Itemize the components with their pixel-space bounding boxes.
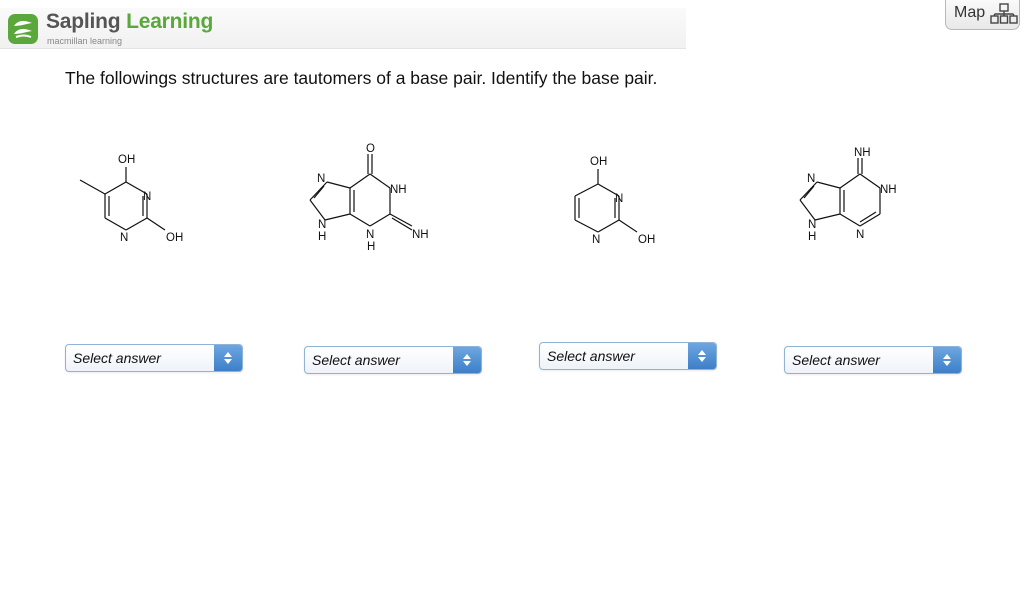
atom-label: N (856, 229, 864, 241)
answer-select-3[interactable]: Select answer (539, 342, 717, 370)
map-button[interactable]: Map (945, 0, 1020, 30)
atom-label: OH (638, 234, 655, 246)
answer-select-text: Select answer (73, 350, 161, 366)
up-down-arrow-icon (214, 345, 242, 371)
map-button-label: Map (954, 4, 986, 21)
atom-label: NH (880, 184, 897, 196)
atom-label: N (808, 219, 816, 231)
brand-subtitle: macmillan learning (47, 36, 123, 46)
structure-2: O N NH N H N H NH (290, 138, 450, 253)
up-down-arrow-icon (453, 347, 481, 373)
atom-label: N (615, 193, 623, 205)
answer-select-text: Select answer (312, 352, 400, 368)
atom-label: N (366, 229, 374, 241)
atom-label: H (318, 231, 326, 243)
brand-name-part1: Sapling (46, 10, 121, 33)
structure-4: NH N NH N H N (780, 138, 930, 253)
atom-label: N (143, 191, 151, 203)
answer-select-text: Select answer (792, 352, 880, 368)
atom-label: NH (854, 147, 871, 159)
atom-label: NH (412, 229, 429, 241)
atom-label: N (120, 232, 128, 244)
atom-label: N (318, 219, 326, 231)
answer-select-4[interactable]: Select answer (784, 346, 962, 374)
atom-label: OH (118, 154, 135, 166)
atom-label: OH (166, 232, 183, 244)
answer-select-1[interactable]: Select answer (65, 344, 243, 372)
structure-3: OH N N OH (560, 142, 690, 257)
atom-label: H (808, 231, 816, 243)
atom-label: N (317, 173, 325, 185)
question-text: The followings structures are tautomers … (65, 68, 658, 88)
answer-select-text: Select answer (547, 348, 635, 364)
answer-select-2[interactable]: Select answer (304, 346, 482, 374)
atom-label: O (366, 143, 375, 155)
atom-label: OH (590, 156, 607, 168)
atom-label: H (367, 241, 375, 253)
brand-name-part2: Learning (126, 10, 214, 33)
atom-label: N (807, 173, 815, 185)
sitemap-icon (990, 2, 1018, 31)
structure-1: OH N N OH (70, 140, 200, 255)
up-down-arrow-icon (933, 347, 961, 373)
sapling-leaf-icon (8, 14, 38, 44)
up-down-arrow-icon (688, 343, 716, 369)
atom-label: N (592, 234, 600, 246)
brand-name: Sapling Learning (46, 10, 213, 34)
atom-label: NH (390, 184, 407, 196)
